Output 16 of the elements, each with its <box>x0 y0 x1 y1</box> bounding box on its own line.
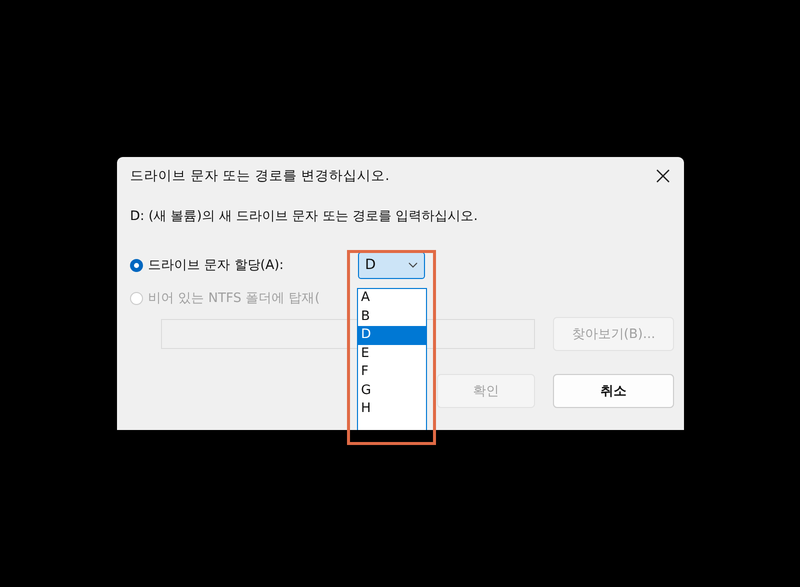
radio-label: 비어 있는 NTFS 폴더에 탑재( <box>148 290 320 307</box>
dropdown-option[interactable]: A <box>358 289 426 308</box>
dropdown-option[interactable]: D <box>358 326 426 344</box>
dropdown-option[interactable]: G <box>358 382 426 400</box>
chevron-down-icon <box>408 262 418 268</box>
close-icon[interactable] <box>656 169 670 183</box>
dropdown-option[interactable]: E <box>358 344 426 363</box>
dropdown-option[interactable]: B <box>358 308 426 326</box>
dropdown-option[interactable]: H <box>358 400 426 418</box>
prompt-text: D: (새 볼륨)의 새 드라이브 문자 또는 경로를 입력하십시오. <box>130 208 479 226</box>
radio-button[interactable] <box>130 258 143 272</box>
dropdown-option[interactable]: F <box>358 363 426 382</box>
dialog-button[interactable]: 취소 <box>553 374 674 408</box>
radio-label: 드라이브 문자 할당(A): <box>148 257 284 274</box>
drive-letter-dropdown[interactable]: D <box>358 252 425 278</box>
window-title: 드라이브 문자 또는 경로를 변경하십시오. <box>130 167 390 185</box>
